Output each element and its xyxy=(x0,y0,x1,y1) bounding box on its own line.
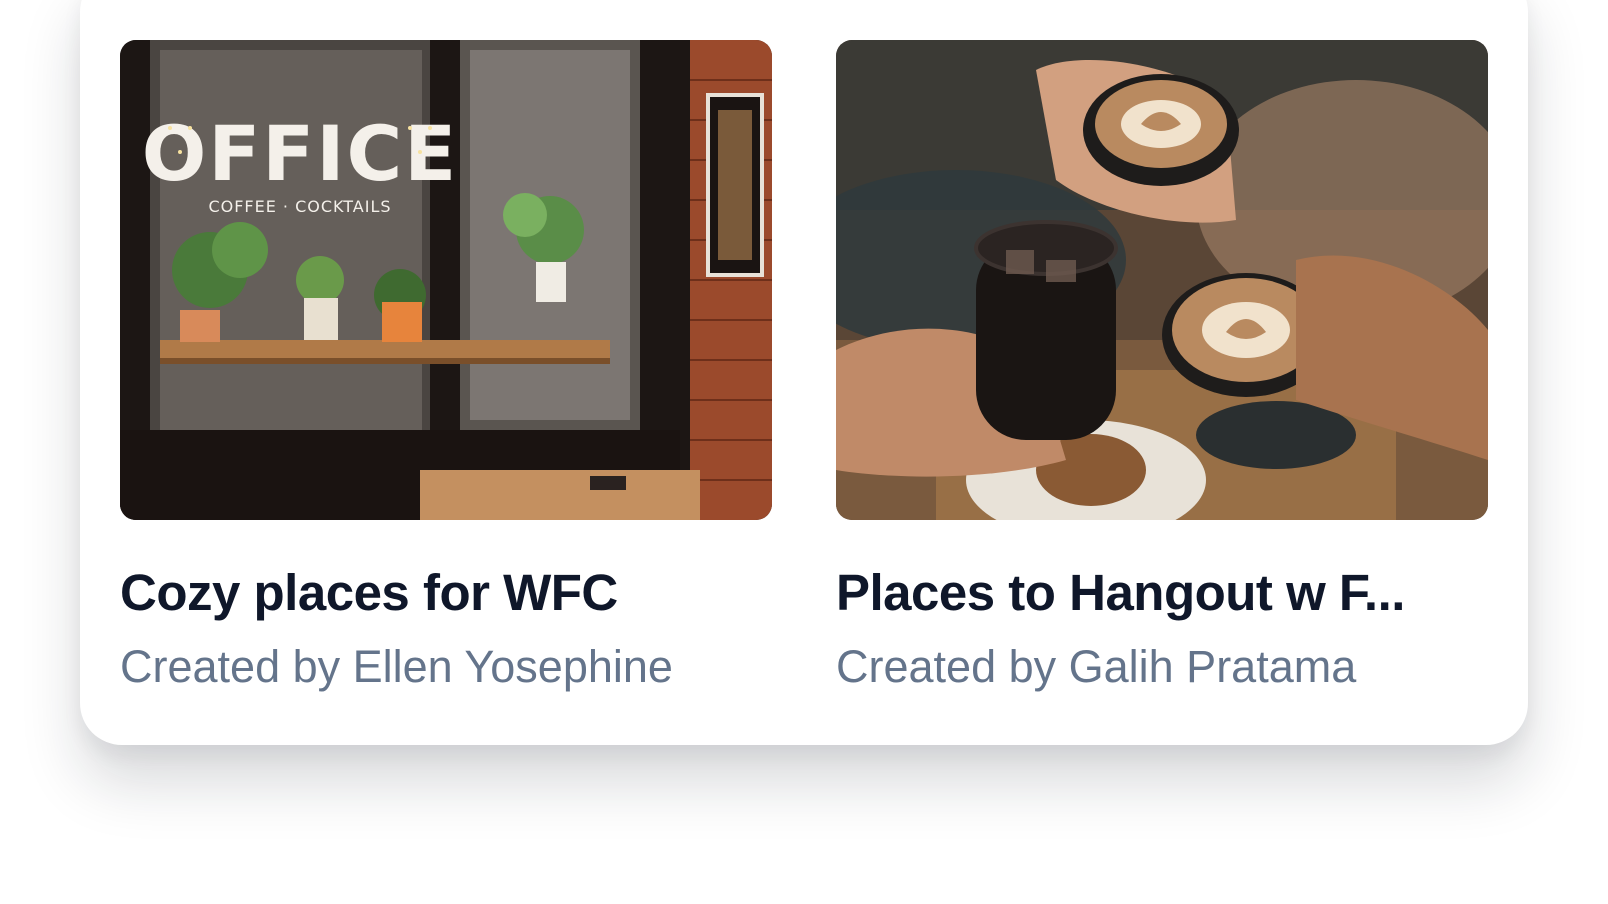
friends-toasting-coffee-photo[interactable] xyxy=(836,40,1488,520)
collection-title[interactable]: Cozy places for WFC xyxy=(120,562,772,624)
collection-creator: Created by Ellen Yosephine xyxy=(120,641,673,692)
coffee-shop-storefront-photo[interactable]: OFFICE COFFEE · COCKTAILS xyxy=(120,40,772,520)
collection-card-hangout-places[interactable]: Places to Hangout w F... Created by Gali… xyxy=(836,40,1488,695)
office-sign-subtext: COFFEE · COCKTAILS xyxy=(208,197,391,216)
office-sign-text: OFFICE xyxy=(142,109,458,198)
collection-creator: Created by Galih Pratama xyxy=(836,641,1357,692)
collection-title[interactable]: Places to Hangout w F... xyxy=(836,562,1488,624)
collection-card-cozy-places[interactable]: OFFICE COFFEE · COCKTAILS Cozy places fo… xyxy=(120,40,772,695)
